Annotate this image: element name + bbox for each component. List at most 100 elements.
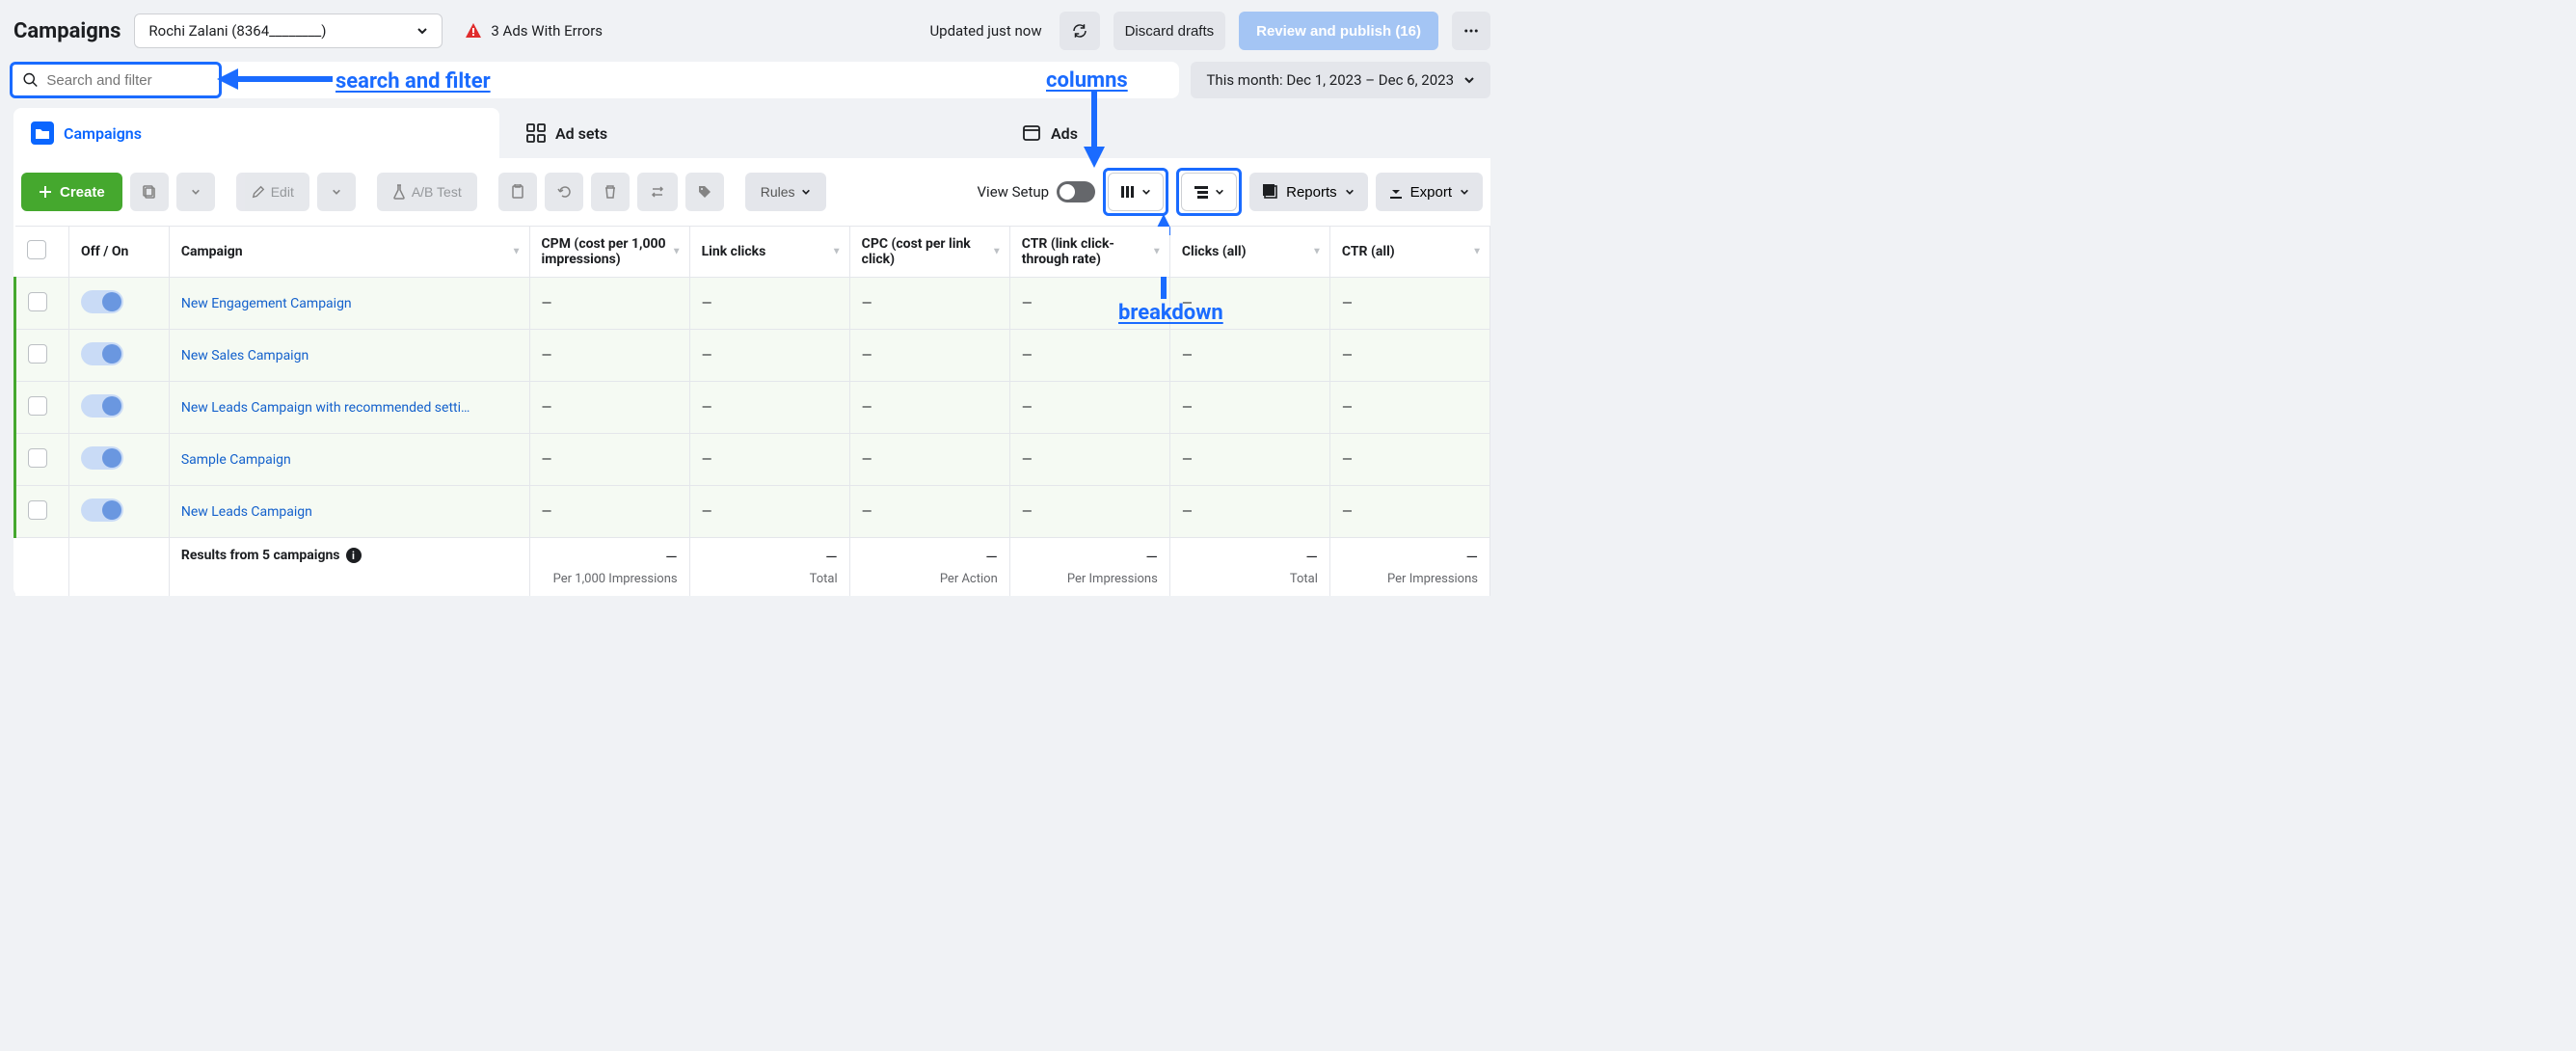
header-cpm[interactable]: CPM (cost per 1,000 impressions)▼ — [529, 227, 689, 278]
cell-linkclicks: — — [689, 330, 849, 382]
search-date-row: This month: Dec 1, 2023 – Dec 6, 2023 — [0, 62, 1504, 108]
date-range-button[interactable]: This month: Dec 1, 2023 – Dec 6, 2023 — [1191, 62, 1490, 98]
undo-button[interactable] — [545, 173, 583, 211]
table-row[interactable]: New Engagement Campaign—————— — [15, 278, 1490, 330]
cell-cpc: — — [849, 278, 1009, 330]
delete-button[interactable] — [591, 173, 630, 211]
sort-icon[interactable]: ▼ — [832, 247, 842, 257]
tab-ads[interactable]: Ads — [1005, 108, 1490, 158]
row-toggle[interactable] — [81, 394, 123, 418]
clipboard-icon — [511, 184, 524, 200]
campaigns-table: Off / On Campaign▼ CPM (cost per 1,000 i… — [13, 226, 1490, 596]
refresh-button[interactable] — [1060, 12, 1100, 50]
header-ctrall[interactable]: CTR (all)▼ — [1329, 227, 1489, 278]
campaign-name-link[interactable]: Sample Campaign — [181, 452, 291, 468]
cell-clicksall: — — [1169, 278, 1329, 330]
clipboard-button[interactable] — [498, 173, 537, 211]
sort-icon[interactable]: ▼ — [512, 247, 522, 257]
chevron-down-icon — [1463, 74, 1475, 86]
cell-cpm: — — [529, 330, 689, 382]
copy-icon — [142, 184, 157, 200]
updated-text: Updated just now — [929, 22, 1041, 40]
header-offon[interactable]: Off / On — [69, 227, 170, 278]
header-clicksall[interactable]: Clicks (all)▼ — [1169, 227, 1329, 278]
header-linkclicks[interactable]: Link clicks▼ — [689, 227, 849, 278]
breakdown-button[interactable] — [1181, 173, 1237, 211]
dots-icon — [1462, 22, 1480, 40]
abtest-button[interactable]: A/B Test — [377, 173, 477, 211]
cell-ctr: — — [1009, 486, 1169, 538]
sort-icon[interactable]: ▼ — [672, 247, 682, 257]
chevron-down-icon — [1460, 187, 1469, 197]
more-menu-button[interactable] — [1452, 12, 1490, 50]
campaign-name-link[interactable]: New Leads Campaign — [181, 504, 312, 520]
cell-cpm: — — [529, 434, 689, 486]
campaign-name-link[interactable]: New Engagement Campaign — [181, 296, 352, 311]
review-publish-button[interactable]: Review and publish (16) — [1239, 12, 1438, 50]
table-header-row: Off / On Campaign▼ CPM (cost per 1,000 i… — [15, 227, 1490, 278]
search-icon — [22, 70, 39, 90]
sort-icon[interactable]: ▼ — [1472, 247, 1482, 257]
export-csv-button[interactable] — [637, 173, 678, 211]
header-cpc[interactable]: CPC (cost per link click)▼ — [849, 227, 1009, 278]
row-toggle[interactable] — [81, 290, 123, 313]
duplicate-dropdown[interactable] — [176, 173, 215, 211]
footer-label-cell: Results from 5 campaignsi — [169, 538, 529, 597]
info-icon[interactable]: i — [346, 548, 362, 563]
table-row[interactable]: Sample Campaign—————— — [15, 434, 1490, 486]
flask-icon — [392, 184, 406, 200]
tag-button[interactable] — [685, 173, 724, 211]
select-all-checkbox[interactable] — [27, 240, 46, 259]
chevron-down-icon — [1215, 187, 1224, 197]
main-panel: Create Edit A/B Test — [13, 158, 1490, 596]
row-toggle[interactable] — [81, 499, 123, 522]
cell-clicksall: — — [1169, 330, 1329, 382]
tabs-row: Campaigns Ad sets Ads — [0, 108, 1504, 158]
header-ctr[interactable]: CTR (link click-through rate)▼ — [1009, 227, 1169, 278]
row-checkbox[interactable] — [28, 344, 47, 364]
reports-icon — [1263, 184, 1278, 200]
chevron-down-icon — [1141, 187, 1151, 197]
rules-button[interactable]: Rules — [745, 173, 826, 211]
create-button[interactable]: Create — [21, 173, 122, 211]
row-toggle[interactable] — [81, 342, 123, 365]
row-checkbox[interactable] — [28, 500, 47, 520]
sort-icon[interactable]: ▼ — [992, 247, 1002, 257]
campaign-name-link[interactable]: New Leads Campaign with recommended sett… — [181, 400, 470, 416]
discard-drafts-button[interactable]: Discard drafts — [1114, 12, 1226, 50]
account-selector[interactable]: Rochi Zalani (8364________) — [134, 13, 443, 48]
tab-adsets[interactable]: Ad sets — [509, 108, 995, 158]
row-checkbox[interactable] — [28, 396, 47, 416]
columns-button[interactable] — [1108, 173, 1164, 211]
table-row[interactable]: New Leads Campaign with recommended sett… — [15, 382, 1490, 434]
sort-icon[interactable]: ▼ — [1312, 247, 1322, 257]
cell-ctrall: — — [1329, 278, 1489, 330]
campaign-name-link[interactable]: New Sales Campaign — [181, 348, 309, 364]
row-toggle[interactable] — [81, 446, 123, 470]
tab-campaigns[interactable]: Campaigns — [13, 108, 499, 158]
cell-clicksall: — — [1169, 434, 1329, 486]
cell-cpm: — — [529, 278, 689, 330]
breakdown-highlight — [1176, 168, 1242, 216]
cell-cpc: — — [849, 330, 1009, 382]
reports-button[interactable]: Reports — [1249, 173, 1368, 211]
chevron-down-icon — [416, 25, 428, 37]
table-row[interactable]: New Leads Campaign—————— — [15, 486, 1490, 538]
search-highlight-box — [10, 62, 222, 98]
header-campaign[interactable]: Campaign▼ — [169, 227, 529, 278]
chevron-down-icon — [191, 187, 201, 197]
view-setup-toggle[interactable] — [1057, 181, 1095, 202]
edit-dropdown[interactable] — [317, 173, 356, 211]
sort-icon[interactable]: ▼ — [1152, 247, 1162, 257]
export-button[interactable]: Export — [1376, 173, 1483, 211]
table-row[interactable]: New Sales Campaign—————— — [15, 330, 1490, 382]
row-checkbox[interactable] — [28, 448, 47, 468]
columns-highlight — [1103, 168, 1168, 216]
cell-clicksall: — — [1169, 486, 1329, 538]
page-title: Campaigns — [13, 19, 121, 43]
duplicate-button[interactable] — [130, 173, 169, 211]
row-checkbox[interactable] — [28, 292, 47, 311]
search-input[interactable] — [46, 72, 209, 89]
error-banner[interactable]: 3 Ads With Errors — [464, 21, 603, 40]
edit-button[interactable]: Edit — [236, 173, 309, 211]
